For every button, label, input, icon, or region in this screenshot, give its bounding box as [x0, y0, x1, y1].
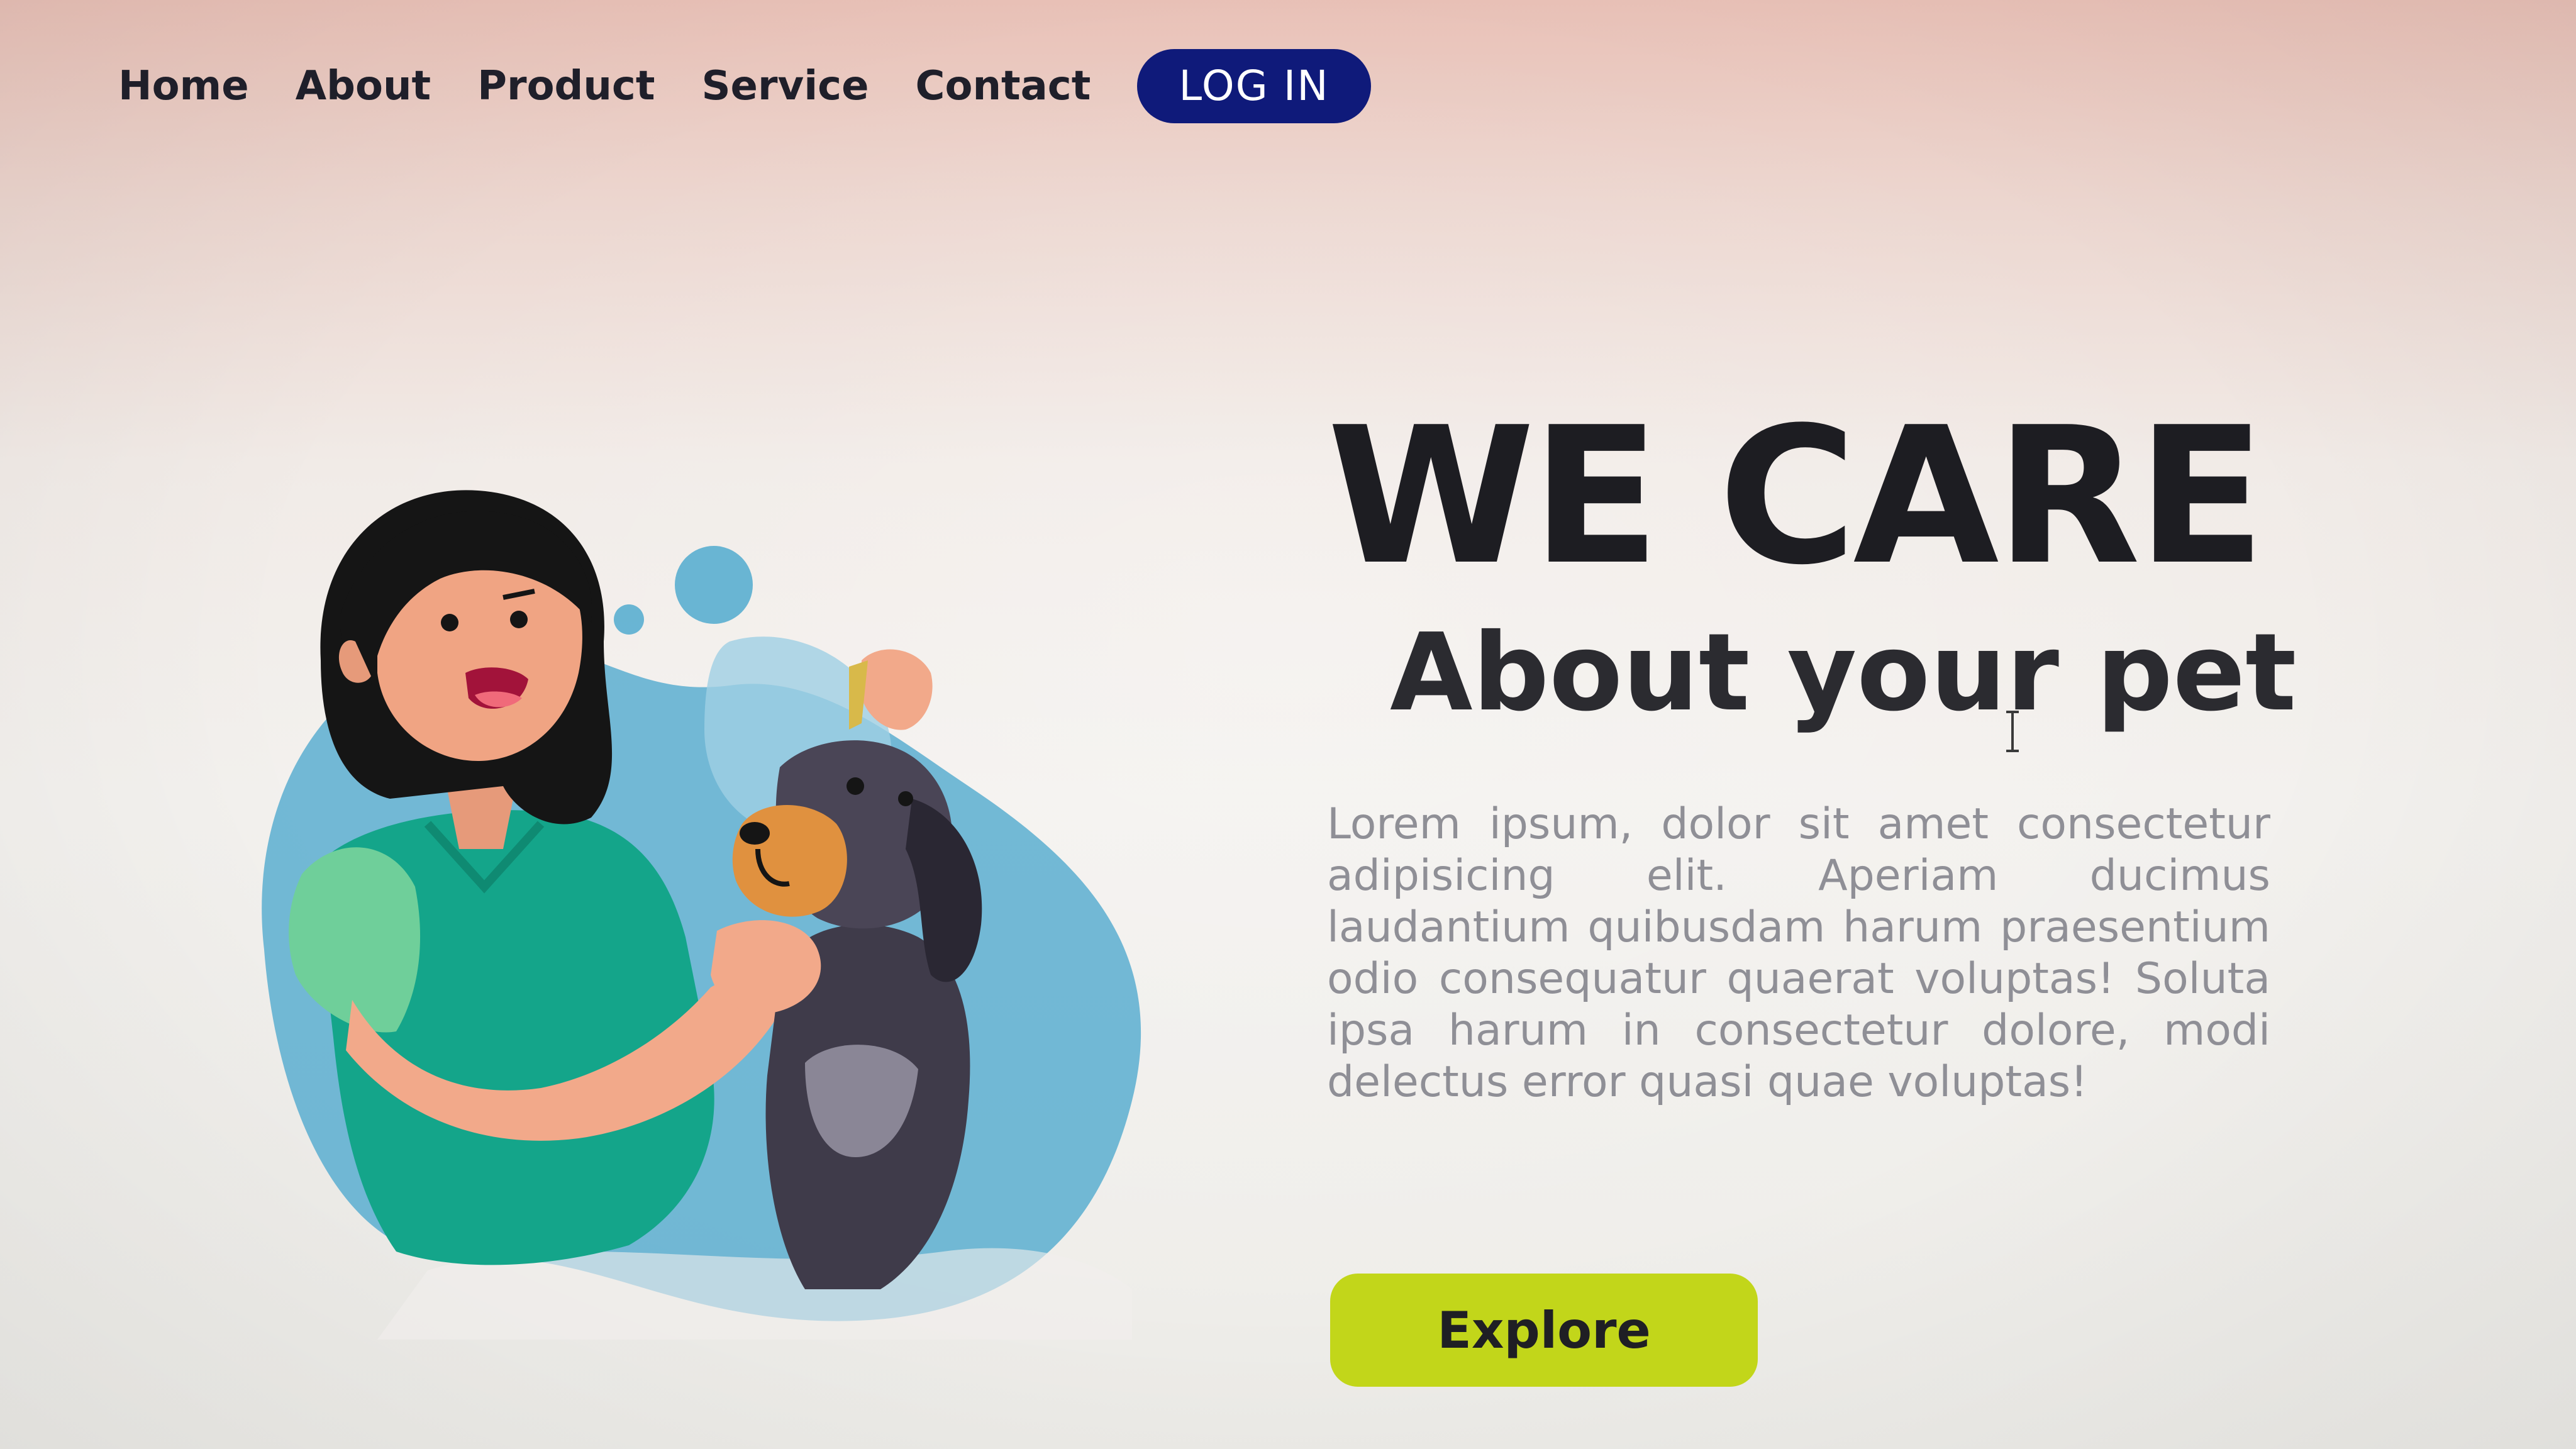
nav-link-product[interactable]: Product: [477, 63, 655, 109]
login-button[interactable]: LOG IN: [1137, 49, 1371, 123]
hero-body-text: Lorem ipsum, dolor sit amet consectetur …: [1327, 799, 2270, 1107]
hero-text-block: WE CARE About your pet Lorem ipsum, dolo…: [1327, 387, 2297, 1108]
dog-muzzle: [732, 805, 847, 917]
hero-headline: WE CARE: [1327, 387, 2266, 606]
text-cursor-icon: [2006, 711, 2019, 752]
top-navigation: Home About Product Service Contact LOG I…: [118, 45, 1371, 127]
woman-eye-right: [510, 611, 528, 628]
hero-illustration: [262, 490, 1141, 1340]
dog-nose: [740, 822, 770, 845]
dog-eye-left: [847, 777, 864, 795]
nav-link-contact[interactable]: Contact: [916, 63, 1091, 109]
nav-link-home[interactable]: Home: [118, 63, 249, 109]
dog-eye-right: [898, 791, 913, 806]
hero-subheadline: About your pet: [1390, 611, 2297, 735]
bubble-large: [675, 546, 753, 624]
woman-eye-left: [441, 614, 458, 631]
nav-link-service[interactable]: Service: [701, 63, 869, 109]
bubble-small: [614, 604, 644, 635]
nav-link-about[interactable]: About: [296, 63, 431, 109]
explore-button[interactable]: Explore: [1330, 1274, 1758, 1387]
